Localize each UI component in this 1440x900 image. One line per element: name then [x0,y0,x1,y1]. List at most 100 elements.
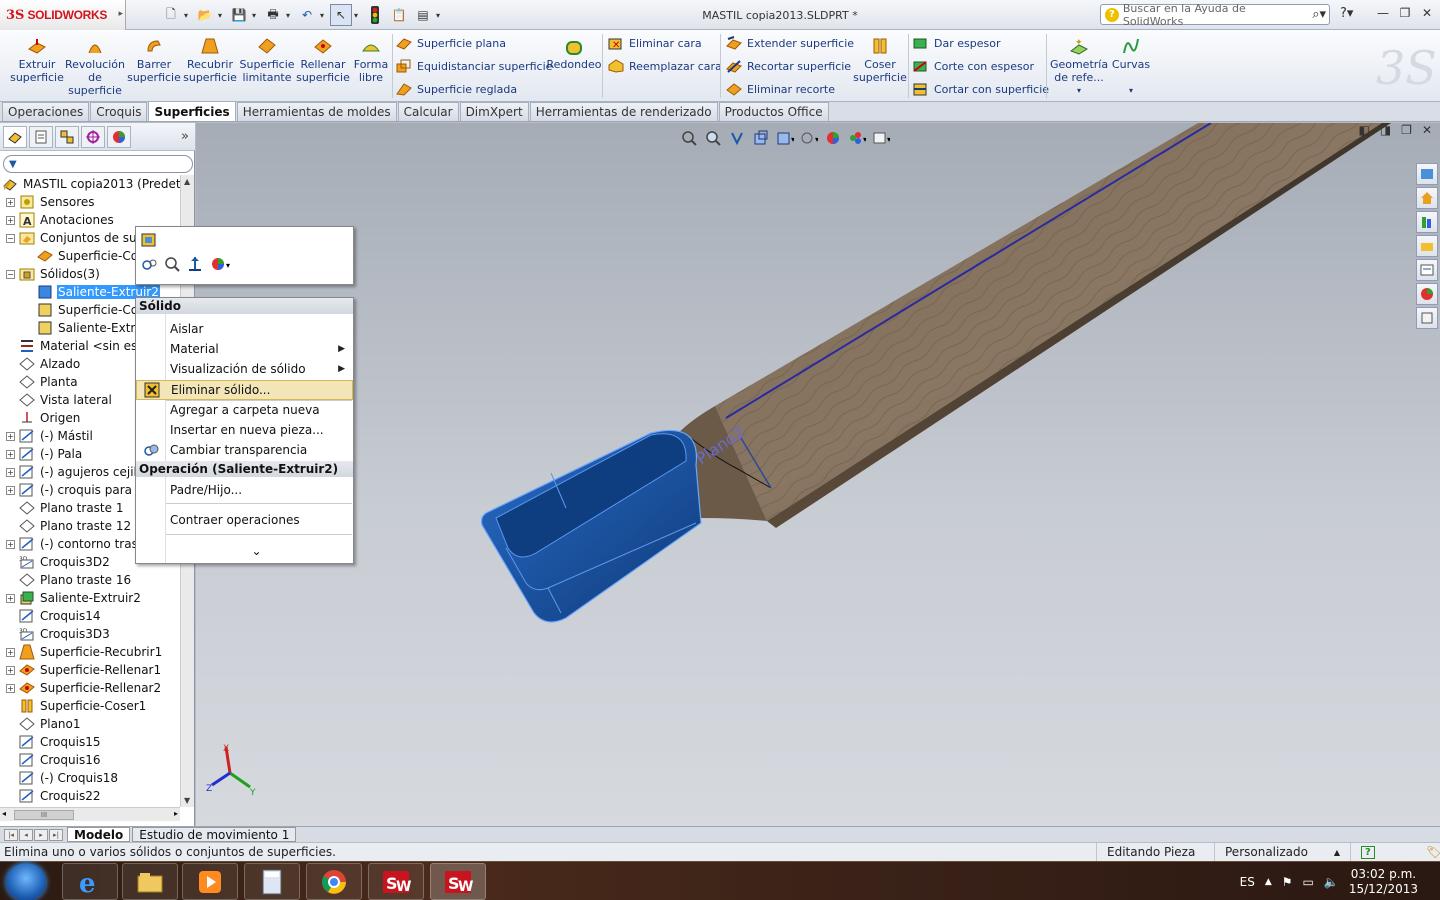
expand-icon[interactable]: + [6,449,15,459]
freeform-button[interactable]: Forma libre [352,36,390,84]
scroll-right-icon[interactable]: ▸ [174,809,178,818]
normal-to-icon[interactable] [186,255,204,276]
network-icon[interactable]: ▭ [1303,875,1314,889]
planar-surface-button[interactable]: Superficie plana [396,34,506,52]
tree-item[interactable]: + A Anotaciones [6,211,115,229]
fillet-button[interactable]: Redondeo [546,36,602,71]
tree-item[interactable]: 3D Croquis3D3 [6,625,111,643]
tree-item[interactable]: Croquis15 [6,733,101,751]
zoom-to-selection-icon[interactable] [163,255,181,276]
status-help-icon[interactable]: ? [1350,842,1416,862]
status-tag-icon[interactable]: 🏷 [1416,843,1440,862]
tree-item[interactable]: Plano traste 12 [6,517,132,535]
tree-item[interactable]: + (-) agujeros cejilla [6,463,149,481]
tree-item[interactable]: + (-) croquis para p [6,481,144,499]
scroll-up-icon[interactable]: ▲ [184,177,190,186]
file-explorer-taskbar-icon[interactable] [122,863,178,900]
scroll-thumb[interactable]: III [14,810,74,820]
tree-item[interactable]: Croquis16 [6,751,101,769]
tab-operaciones[interactable]: Operaciones [2,102,90,121]
internet-explorer-icon[interactable]: e [62,863,118,900]
tree-item[interactable]: Superficie-Co [24,301,139,319]
curves-button[interactable]: Curvas ▾ [1110,36,1152,97]
minimize-icon[interactable]: — [1374,6,1392,20]
tree-item[interactable]: Planta [6,373,79,391]
hide-show-items-icon[interactable] [824,129,842,147]
solidworks-taskbar-icon-1[interactable]: SW [368,863,424,900]
tab-herramientas-de-moldes[interactable]: Herramientas de moldes [236,102,397,121]
menu-expand-more[interactable]: ⌄ [136,541,353,561]
expand-icon[interactable]: + [6,197,15,207]
volume-icon[interactable]: 🔈 [1324,875,1339,889]
tree-item[interactable]: Saliente-Extru [24,319,144,337]
scroll-left-icon[interactable]: ◂ [2,809,6,818]
close-icon[interactable]: ✕ [1418,6,1436,20]
viewport-close-icon[interactable]: ✕ [1422,123,1432,137]
appearances-icon[interactable] [1416,283,1438,305]
extend-surface-button[interactable]: Extender superficie [726,34,854,52]
ruled-surface-button[interactable]: Superficie reglada [396,80,517,98]
view-settings-icon[interactable]: ▾ [872,129,890,147]
extrude-surface-button[interactable]: Extruir superficie [8,36,66,84]
tree-item[interactable]: + (-) Mástil [6,427,94,445]
prev-tab-icon[interactable]: ◂ [19,828,33,841]
menu-item-cambiar-transparencia[interactable]: Cambiar transparencia [136,440,353,460]
language-indicator[interactable]: ES [1240,875,1255,889]
tree-item[interactable]: + Superficie-Rellenar2 [6,679,162,697]
file-explorer-icon[interactable] [1416,235,1438,257]
tree-item[interactable]: Croquis22 [6,787,101,805]
configuration-manager-icon[interactable] [55,125,79,148]
home-icon[interactable] [1416,187,1438,209]
untrim-surface-button[interactable]: Eliminar recorte [726,80,835,98]
scroll-down-icon[interactable]: ▼ [184,796,190,805]
expand-icon[interactable]: + [6,647,15,657]
boundary-surface-button[interactable]: Superficie limitante [239,36,295,84]
tab-superficies[interactable]: Superficies [148,101,236,121]
tab-calcular[interactable]: Calcular [397,102,459,121]
menu-item-contraer-operaciones[interactable]: Contraer operaciones [136,510,353,530]
sweep-surface-button[interactable]: Barrer superficie [127,36,181,84]
windows-start-button[interactable] [6,863,46,900]
tree-item[interactable]: Croquis14 [6,607,101,625]
status-units[interactable]: Personalizado ▲ [1214,842,1350,862]
expand-panel-icon[interactable]: » [181,129,189,144]
tab-dimxpert[interactable]: DimXpert [459,102,529,121]
zoom-to-fit-icon[interactable] [680,129,698,147]
viewport-next-icon[interactable]: ◨ [1380,123,1391,137]
fill-surface-button[interactable]: Rellenar superficie [296,36,350,84]
hide-show-icon[interactable] [140,255,158,276]
restore-icon[interactable]: ❐ [1396,6,1414,20]
revolve-surface-button[interactable]: Revolución de superficie [65,36,125,97]
feature-manager-tree-icon[interactable] [3,125,27,148]
tree-item[interactable]: + Sensores [6,193,96,211]
tab-croquis[interactable]: Croquis [90,102,148,121]
tree-item[interactable]: + (-) contorno trast [6,535,144,553]
dimxpert-manager-icon[interactable] [81,125,105,148]
menu-item-agregar-carpeta[interactable]: Agregar a carpeta nueva [136,400,353,420]
view-orientation-icon[interactable]: ▾ [776,129,794,147]
menu-item-visualizacion-solido[interactable]: Visualización de sólido ▶ [136,359,353,379]
expand-icon[interactable]: + [6,593,15,603]
tree-item[interactable]: Origen [6,409,81,427]
tree-item[interactable]: + Saliente-Extruir2 [6,589,142,607]
loft-surface-button[interactable]: Recubrir superficie [183,36,237,84]
tab-estudio-movimiento[interactable]: Estudio de movimiento 1 [132,827,297,842]
design-library-icon[interactable] [1416,211,1438,233]
tree-item[interactable]: Material <sin espe [6,337,153,355]
tree-item[interactable]: Plano traste 16 [6,571,132,589]
delete-face-button[interactable]: ✕ Eliminar cara [608,34,702,52]
expand-icon[interactable]: + [6,683,15,693]
calculator-icon[interactable] [244,863,300,900]
tree-item[interactable]: 3D Croquis3D2 [6,553,111,571]
custom-properties-icon[interactable] [1416,307,1438,329]
help-search-box[interactable]: ? Buscar en la Ayuda de SolidWorks ⌕▾ [1100,2,1330,28]
property-manager-icon[interactable] [29,125,53,148]
tab-herramientas-de-renderizado[interactable]: Herramientas de renderizado [529,102,718,121]
curves-dropdown-icon[interactable]: ▾ [1129,84,1133,97]
reference-geometry-button[interactable]: ✦ Geometría de refe... ▾ [1050,36,1108,97]
offset-surface-button[interactable]: Equidistanciar superficie [396,57,552,75]
tree-item[interactable]: − Sólidos(3) [6,265,101,283]
tree-item[interactable]: Plano1 [6,715,82,733]
section-view-icon[interactable] [752,129,770,147]
tree-horizontal-scrollbar[interactable]: ◂ III ▸ [0,807,180,821]
